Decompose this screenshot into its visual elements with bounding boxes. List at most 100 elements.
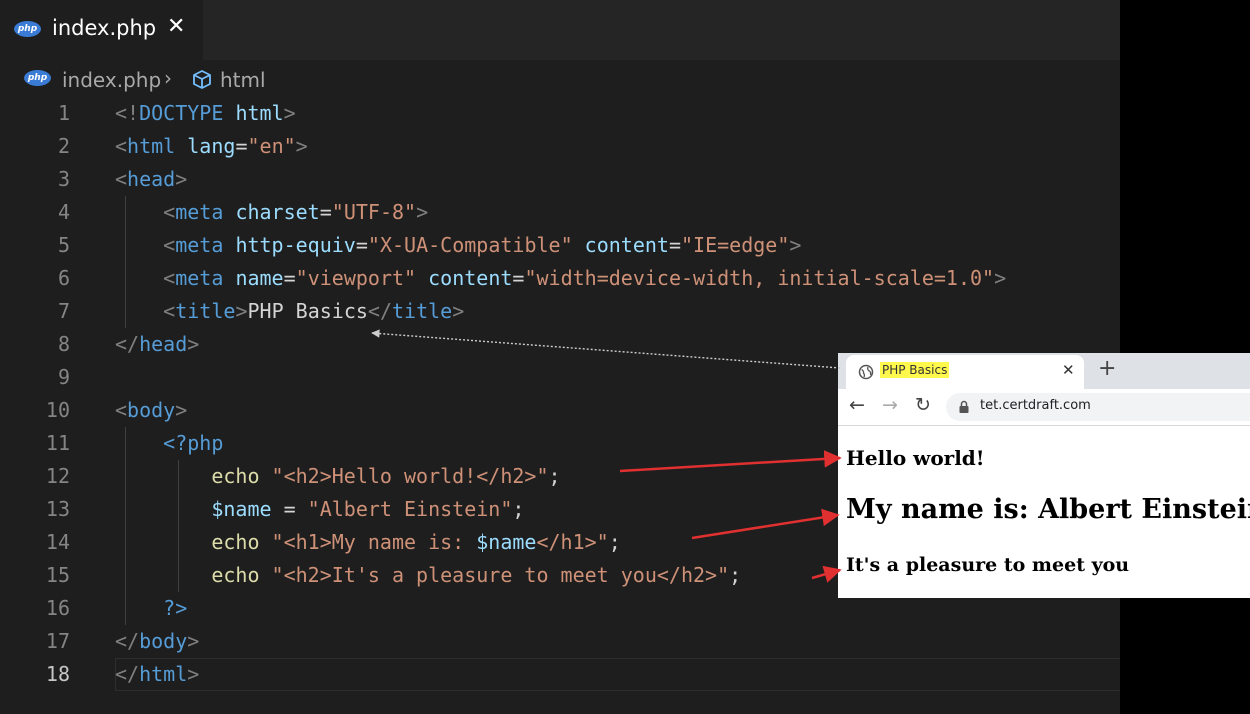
browser-tab[interactable]: PHP Basics ✕ xyxy=(846,355,1084,389)
line-number: 15 xyxy=(45,563,70,587)
browser-tab-title: PHP Basics xyxy=(880,362,950,378)
line-number: 17 xyxy=(45,629,70,653)
line-source: <body> xyxy=(115,394,187,427)
code-token: meta xyxy=(175,266,224,290)
code-token: charset xyxy=(235,200,320,224)
code-token: = xyxy=(319,200,332,224)
code-token: body xyxy=(139,629,188,653)
code-token: head xyxy=(127,167,176,191)
code-token: = xyxy=(283,266,296,290)
code-token: name xyxy=(235,266,284,290)
line-source: <?php xyxy=(115,427,223,460)
code-token: head xyxy=(139,332,188,356)
code-token: > xyxy=(283,101,296,125)
code-token: echo xyxy=(211,563,260,587)
code-token: > xyxy=(295,134,308,158)
code-token: "<h2>It's a pleasure to meet you</h2>" xyxy=(271,563,730,587)
current-line-highlight xyxy=(115,658,1120,691)
heading-hello-world: Hello world! xyxy=(846,446,985,470)
code-token: body xyxy=(127,398,176,422)
code-line[interactable]: 1 <!DOCTYPE html> xyxy=(0,97,1120,130)
browser-toolbar: ← → ↻ tet.certdraft.com xyxy=(838,389,1250,426)
code-token: </ xyxy=(367,299,392,323)
forward-icon[interactable]: → xyxy=(882,394,898,416)
editor-tab-bar: php index.php ✕ xyxy=(0,0,1120,60)
line-source: </head> xyxy=(115,328,199,361)
heading-my-name: My name is: Albert Einstein xyxy=(846,494,1250,525)
code-token: > xyxy=(187,662,200,686)
address-bar[interactable]: tet.certdraft.com xyxy=(946,393,1250,421)
browser-tab-strip: PHP Basics ✕ + xyxy=(838,353,1250,389)
code-token: < xyxy=(163,233,176,257)
code-line[interactable]: 17 </body> xyxy=(0,625,1120,658)
code-token: echo xyxy=(211,464,260,488)
back-icon[interactable]: ← xyxy=(849,394,865,416)
code-token: </h1>" xyxy=(536,530,609,554)
code-token: <! xyxy=(115,101,140,125)
breadcrumb: php index.php › html xyxy=(0,62,1120,96)
line-number: 6 xyxy=(57,266,70,290)
code-token: > xyxy=(187,332,200,356)
code-line[interactable]: 6 <meta name="viewport" content="width=d… xyxy=(0,262,1120,295)
code-token: = xyxy=(668,233,681,257)
breadcrumb-file[interactable]: index.php xyxy=(62,68,161,92)
code-line[interactable]: 4 <meta charset="UTF-8"> xyxy=(0,196,1120,229)
code-token: > xyxy=(187,629,200,653)
new-tab-icon[interactable]: + xyxy=(1098,356,1116,381)
code-token: = xyxy=(235,134,248,158)
code-token: </ xyxy=(115,629,140,653)
code-token: "en" xyxy=(247,134,296,158)
line-number: 18 xyxy=(45,662,70,686)
globe-icon xyxy=(858,364,874,380)
code-token: < xyxy=(163,299,176,323)
code-token: $name xyxy=(476,530,537,554)
line-number: 16 xyxy=(45,596,70,620)
code-line[interactable]: 2 <html lang="en"> xyxy=(0,130,1120,163)
code-token: "IE=edge" xyxy=(681,233,790,257)
code-token: title xyxy=(175,299,236,323)
heading-pleasure: It's a pleasure to meet you xyxy=(846,554,1130,576)
line-number: 14 xyxy=(45,530,70,554)
code-line[interactable]: 7 <title>PHP Basics</title> xyxy=(0,295,1120,328)
breadcrumb-node[interactable]: html xyxy=(220,68,266,92)
line-number: 2 xyxy=(57,134,70,158)
line-source: echo "<h2>Hello world!</h2>"; xyxy=(115,460,560,493)
line-source: <meta charset="UTF-8"> xyxy=(115,196,428,229)
code-token: content xyxy=(584,233,669,257)
line-source: </html> xyxy=(115,658,199,691)
code-line[interactable]: 3 <head> xyxy=(0,163,1120,196)
code-token: ; xyxy=(729,563,742,587)
code-token: DOCTYPE xyxy=(139,101,224,125)
tab-close-icon[interactable]: ✕ xyxy=(167,14,185,39)
php-file-icon: php xyxy=(24,70,51,86)
code-token: ?> xyxy=(163,596,188,620)
reload-icon[interactable]: ↻ xyxy=(915,394,931,416)
breadcrumb-chevron-icon: › xyxy=(164,66,172,90)
code-line[interactable]: 18 </html> xyxy=(0,658,1120,691)
code-token: "viewport" xyxy=(295,266,417,290)
line-source: <meta name="viewport" content="width=dev… xyxy=(115,262,1006,295)
editor-tab-index-php[interactable]: php index.php ✕ xyxy=(0,0,203,60)
code-token: $name xyxy=(211,497,272,521)
code-token: ; xyxy=(512,497,525,521)
code-line[interactable]: 5 <meta http-equiv="X-UA-Compatible" con… xyxy=(0,229,1120,262)
code-token: < xyxy=(115,167,128,191)
line-number: 8 xyxy=(57,332,70,356)
line-number: 9 xyxy=(57,365,70,389)
browser-tab-close-icon[interactable]: ✕ xyxy=(1062,361,1075,379)
